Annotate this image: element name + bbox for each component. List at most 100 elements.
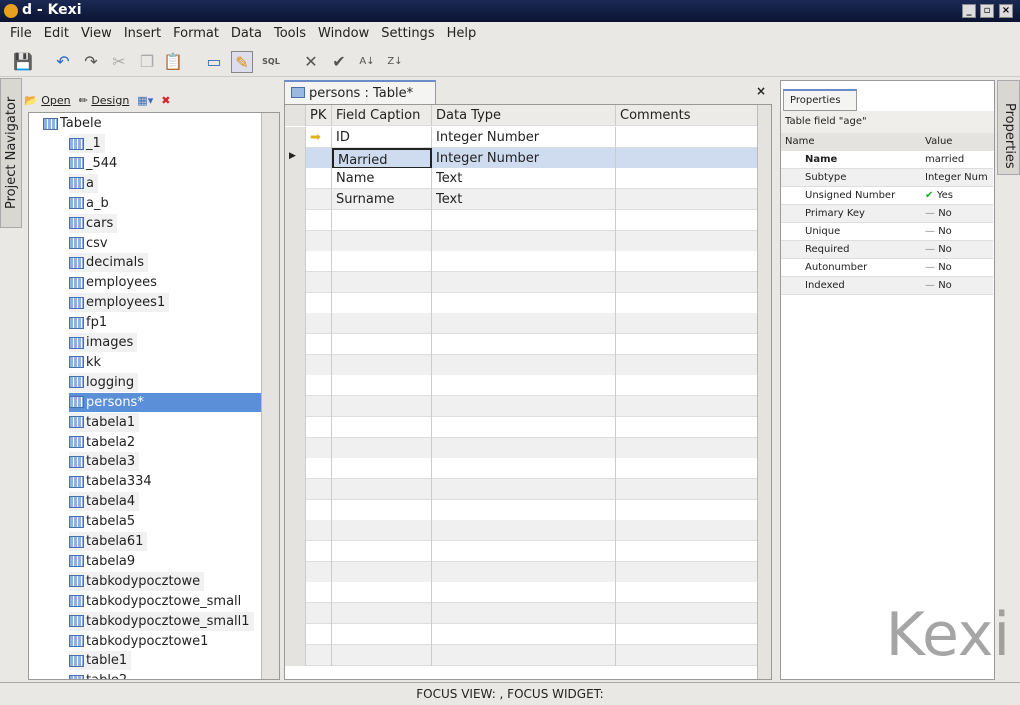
tree-item[interactable]: tabela1 xyxy=(69,412,140,432)
column-header-pk[interactable]: PK xyxy=(306,105,332,126)
sort-ascending-icon[interactable]: A↓ xyxy=(356,51,378,73)
field-caption-cell[interactable] xyxy=(332,603,432,625)
pk-cell[interactable] xyxy=(306,623,332,645)
tree-item[interactable]: tabela334 xyxy=(69,472,156,492)
pk-cell[interactable] xyxy=(306,582,332,604)
comments-cell[interactable] xyxy=(616,209,758,231)
tree-item[interactable]: a xyxy=(69,173,98,193)
tree-item[interactable]: tabkodypocztowe xyxy=(69,571,205,591)
pk-cell[interactable] xyxy=(306,147,332,169)
property-value[interactable]: — No xyxy=(925,262,952,273)
maximize-button[interactable]: ▫ xyxy=(980,4,994,18)
table-row[interactable] xyxy=(285,271,758,293)
pk-cell[interactable] xyxy=(306,354,332,376)
data-type-cell[interactable]: Text xyxy=(432,189,616,211)
field-caption-cell[interactable] xyxy=(332,437,432,459)
data-type-cell[interactable] xyxy=(432,230,616,252)
minimize-button[interactable]: _ xyxy=(962,4,976,18)
field-caption-cell[interactable] xyxy=(332,623,432,645)
tree-item[interactable]: _1 xyxy=(69,134,105,153)
pk-cell[interactable] xyxy=(306,396,332,418)
menu-format[interactable]: Format xyxy=(167,23,225,45)
field-caption-cell[interactable] xyxy=(332,541,432,562)
comments-cell[interactable] xyxy=(616,499,758,521)
field-caption-cell[interactable] xyxy=(332,334,432,355)
pk-cell[interactable] xyxy=(306,271,332,293)
tree-root[interactable]: Tabele xyxy=(43,114,106,133)
data-type-cell[interactable] xyxy=(432,623,616,645)
pk-cell[interactable] xyxy=(306,251,332,273)
menu-file[interactable]: File xyxy=(4,23,38,45)
table-row[interactable] xyxy=(285,396,758,418)
field-caption-cell[interactable] xyxy=(332,644,432,666)
comments-cell[interactable] xyxy=(616,623,758,645)
sort-descending-icon[interactable]: Z↓ xyxy=(384,51,406,73)
pk-cell[interactable] xyxy=(306,603,332,625)
primary-key-icon[interactable]: ➡ xyxy=(306,127,332,148)
tree-item[interactable]: employees xyxy=(69,273,161,293)
table-row[interactable] xyxy=(285,623,758,645)
design-button[interactable]: ✏ Design xyxy=(79,94,130,107)
data-type-cell[interactable] xyxy=(432,416,616,438)
property-value[interactable]: married xyxy=(925,154,964,165)
tree-item[interactable]: tabela5 xyxy=(69,512,140,532)
data-type-cell[interactable] xyxy=(432,396,616,418)
field-caption-cell[interactable]: Surname xyxy=(332,189,432,211)
data-type-cell[interactable] xyxy=(432,561,616,583)
menu-edit[interactable]: Edit xyxy=(38,23,75,45)
table-row[interactable] xyxy=(285,416,758,438)
pk-cell[interactable] xyxy=(306,458,332,480)
data-type-cell[interactable]: Integer Number xyxy=(432,127,616,148)
grid-header[interactable]: PK Field Caption Data Type Comments xyxy=(285,105,758,126)
design-view-icon[interactable]: ✎ xyxy=(231,51,253,73)
table-row[interactable]: ➡ ID Integer Number xyxy=(285,127,758,148)
properties-side-tab[interactable]: Properties xyxy=(997,80,1020,175)
data-type-cell[interactable] xyxy=(432,458,616,480)
table-row[interactable] xyxy=(285,561,758,583)
property-value[interactable]: Integer Num xyxy=(925,172,988,183)
tree-item[interactable]: employees1 xyxy=(69,293,170,313)
comments-cell[interactable] xyxy=(616,582,758,604)
property-row[interactable]: Autonumber — No xyxy=(781,259,993,277)
tree-item[interactable]: tabkodypocztowe_small xyxy=(69,591,246,611)
data-type-cell[interactable] xyxy=(432,209,616,231)
comments-cell[interactable] xyxy=(616,147,758,169)
column-header-field-caption[interactable]: Field Caption xyxy=(332,105,432,126)
save-icon[interactable]: 💾 xyxy=(12,51,34,73)
table-row[interactable] xyxy=(285,541,758,562)
field-caption-cell[interactable] xyxy=(332,209,432,231)
table-row[interactable] xyxy=(285,458,758,480)
property-value[interactable]: — No xyxy=(925,208,952,219)
pk-cell[interactable] xyxy=(306,416,332,438)
table-row[interactable] xyxy=(285,209,758,231)
comments-cell[interactable] xyxy=(616,354,758,376)
pk-cell[interactable] xyxy=(306,520,332,542)
delete-object-icon[interactable]: ✖ xyxy=(161,94,170,107)
comments-cell[interactable] xyxy=(616,168,758,190)
pk-cell[interactable] xyxy=(306,437,332,459)
field-caption-cell[interactable] xyxy=(332,396,432,418)
comments-cell[interactable] xyxy=(616,437,758,459)
menu-data[interactable]: Data xyxy=(225,23,268,45)
comments-cell[interactable] xyxy=(616,520,758,542)
tree-item[interactable]: csv xyxy=(69,233,112,253)
pk-cell[interactable] xyxy=(306,168,332,190)
field-caption-cell[interactable] xyxy=(332,230,432,252)
field-caption-cell[interactable] xyxy=(332,582,432,604)
table-row[interactable]: Name Text xyxy=(285,168,758,190)
field-caption-cell[interactable] xyxy=(332,499,432,521)
comments-cell[interactable] xyxy=(616,334,758,355)
table-row[interactable]: ▶ Married Integer Number xyxy=(285,147,758,169)
close-tab-icon[interactable]: × xyxy=(756,84,766,98)
table-row[interactable] xyxy=(285,437,758,459)
field-caption-cell[interactable] xyxy=(332,313,432,335)
menu-tools[interactable]: Tools xyxy=(268,23,312,45)
table-row[interactable] xyxy=(285,375,758,397)
pk-cell[interactable] xyxy=(306,334,332,355)
tree-item[interactable]: tabela9 xyxy=(69,551,140,571)
comments-cell[interactable] xyxy=(616,603,758,625)
field-caption-cell[interactable] xyxy=(332,375,432,397)
tree-item[interactable]: a_b xyxy=(69,193,113,213)
tree-item[interactable]: kk xyxy=(69,352,106,372)
property-row[interactable]: Name married xyxy=(781,151,993,169)
